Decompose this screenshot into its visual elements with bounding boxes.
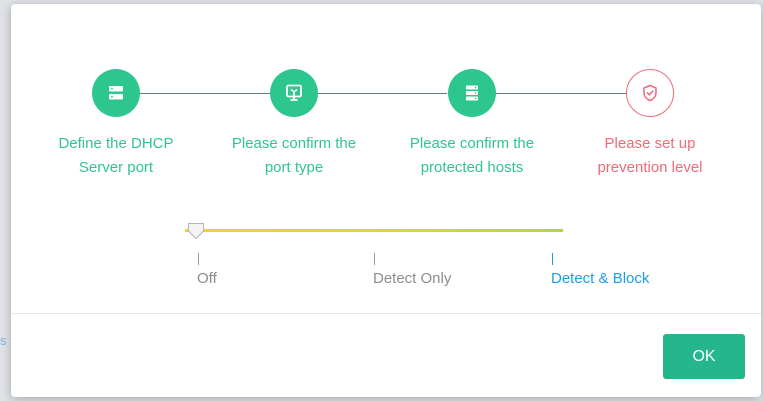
step-connector [317, 93, 447, 94]
step-4-circle [626, 69, 674, 117]
background-partial-text: s [0, 333, 7, 348]
step-3-circle [448, 69, 496, 117]
step-connector [495, 93, 626, 94]
footer-divider [11, 313, 761, 314]
prevention-setup-dialog: Define the DHCP Server port Please confi… [11, 4, 761, 397]
hosts-icon [466, 85, 478, 101]
step-1-label: Define the DHCP Server port [58, 135, 174, 176]
step-2-circle [270, 69, 318, 117]
level-tick [552, 253, 553, 265]
ok-button[interactable]: OK [663, 334, 745, 379]
prevention-level-slider[interactable] [185, 229, 563, 232]
step-3-label: Please confirm the protected hosts [409, 135, 535, 176]
server-icon [109, 86, 123, 100]
level-tick [374, 253, 375, 265]
level-detect-and-block[interactable]: Detect & Block [551, 253, 649, 287]
level-tick [198, 253, 199, 265]
level-detect-and-block-label: Detect & Block [551, 270, 650, 287]
slider-handle[interactable] [187, 222, 205, 240]
level-off[interactable]: Off [197, 253, 217, 287]
level-off-label: Off [197, 270, 217, 287]
level-detect-only[interactable]: Detect Only [373, 253, 451, 287]
step-1-circle [92, 69, 140, 117]
shield-check-icon [643, 84, 657, 102]
port-icon [286, 84, 302, 101]
step-4-label: Please set up prevention level [597, 135, 703, 176]
step-connector [139, 93, 271, 94]
level-detect-only-label: Detect Only [373, 270, 452, 287]
step-2-label: Please confirm the port type [231, 135, 357, 176]
